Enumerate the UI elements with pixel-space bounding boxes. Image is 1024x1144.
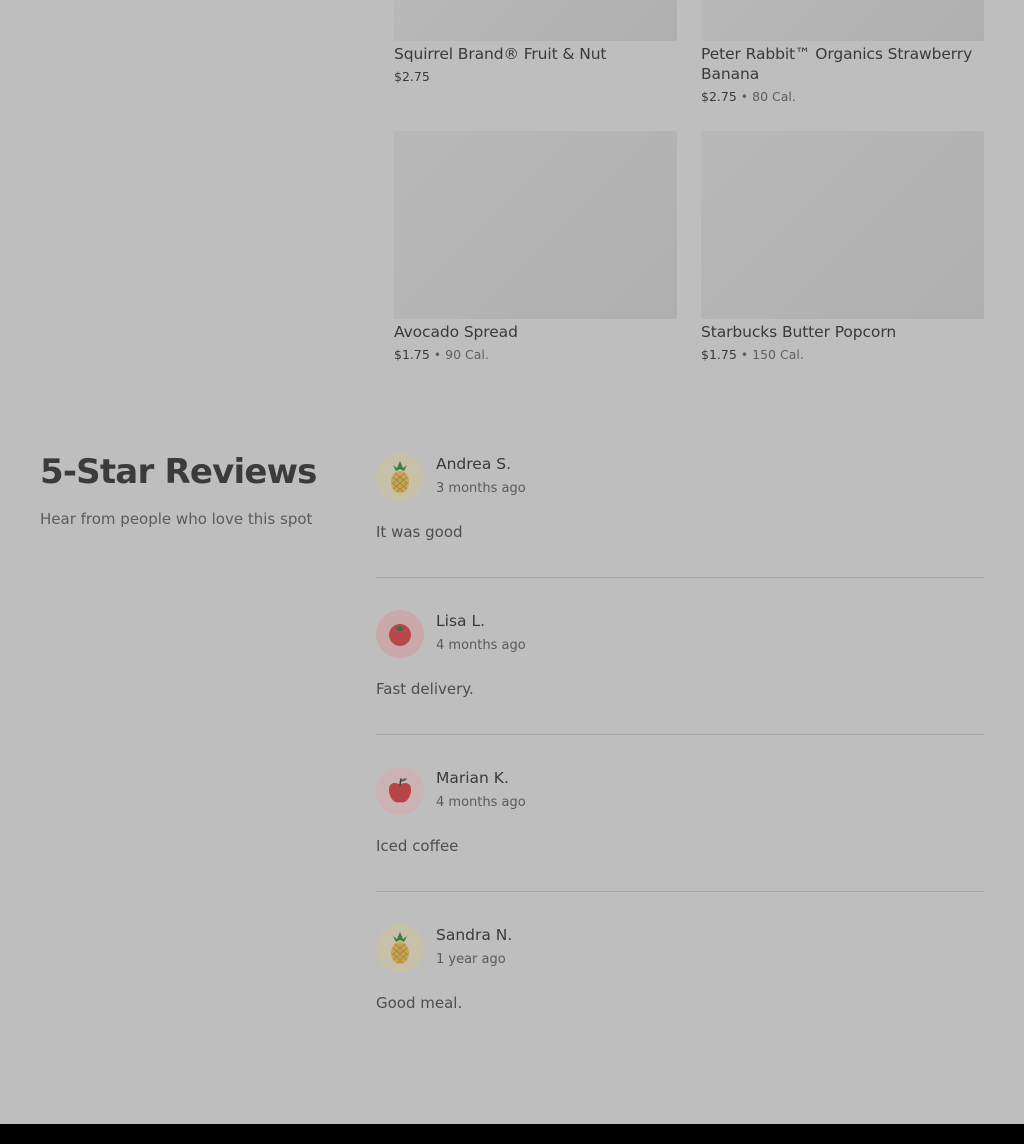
product-name: Squirrel Brand® Fruit & Nut [394, 45, 607, 63]
review-time: 3 months ago [436, 481, 526, 496]
review-time: 4 months ago [436, 795, 526, 810]
review-author: Andrea S. [436, 455, 512, 473]
tomato-icon [389, 624, 411, 646]
product-image[interactable] [701, 0, 984, 41]
avatar [376, 924, 424, 972]
product-name: Starbucks Butter Popcorn [701, 323, 897, 341]
reviews-subtitle: Hear from people who love this spot [40, 510, 313, 528]
meta-separator: • [740, 89, 749, 104]
divider [376, 891, 984, 892]
review-time: 4 months ago [436, 638, 526, 653]
product-card[interactable]: Squirrel Brand® Fruit & Nut $2.75 [394, 0, 677, 85]
product-name: Peter Rabbit™ Organics Strawberry Banana [701, 45, 973, 83]
product-calories: 80 Cal. [752, 89, 796, 104]
review-author: Sandra N. [436, 926, 513, 944]
review-text: It was good [376, 523, 463, 541]
product-card[interactable]: Peter Rabbit™ Organics Strawberry Banana… [701, 0, 984, 105]
review-author: Marian K. [436, 769, 509, 787]
avatar [376, 610, 424, 658]
product-price: $1.75 [701, 347, 737, 362]
apple-icon [388, 778, 412, 803]
meta-separator: • [433, 347, 442, 362]
product-meta: $2.75 [394, 69, 677, 85]
pineapple-icon [391, 461, 409, 493]
product-image[interactable] [701, 131, 984, 319]
review-time: 1 year ago [436, 952, 506, 967]
pineapple-icon [391, 932, 409, 964]
review-author: Lisa L. [436, 612, 486, 630]
product-meta: $1.75 • 90 Cal. [394, 347, 677, 363]
product-calories: 90 Cal. [445, 347, 489, 362]
product-name: Avocado Spread [394, 323, 518, 341]
product-price: $1.75 [394, 347, 430, 362]
product-card[interactable]: Starbucks Butter Popcorn $1.75 • 150 Cal… [701, 131, 984, 363]
avatar [376, 453, 424, 501]
product-calories: 150 Cal. [752, 347, 804, 362]
divider [376, 734, 984, 735]
review-text: Good meal. [376, 994, 463, 1012]
product-image[interactable] [394, 0, 677, 41]
meta-separator: • [740, 347, 749, 362]
avatar [376, 767, 424, 815]
product-image[interactable] [394, 131, 677, 319]
product-meta: $1.75 • 150 Cal. [701, 347, 984, 363]
product-card[interactable]: Avocado Spread $1.75 • 90 Cal. [394, 131, 677, 363]
product-meta: $2.75 • 80 Cal. [701, 89, 984, 105]
review-text: Fast delivery. [376, 680, 474, 698]
product-price: $2.75 [394, 69, 430, 84]
footer-bar [0, 1124, 1024, 1144]
divider [376, 577, 984, 578]
reviews-heading: 5-Star Reviews [40, 452, 317, 492]
review-text: Iced coffee [376, 837, 459, 855]
product-price: $2.75 [701, 89, 737, 104]
